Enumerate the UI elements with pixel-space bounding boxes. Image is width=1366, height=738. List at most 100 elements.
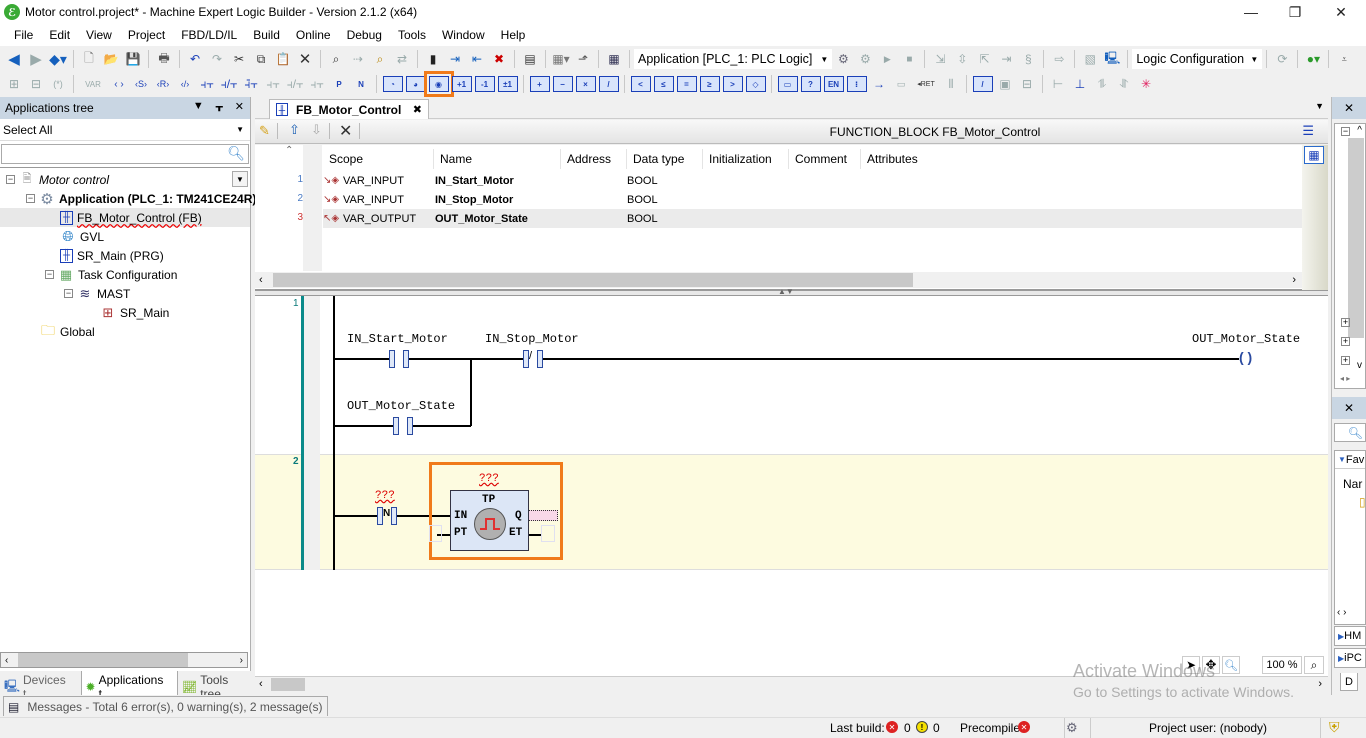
scroll-down-icon[interactable]: v: [1357, 360, 1362, 371]
tree-node-task-configuration[interactable]: − ▦ Task Configuration: [45, 265, 177, 284]
menu-edit[interactable]: Edit: [41, 28, 78, 42]
collapse-icon[interactable]: −: [64, 289, 73, 298]
column-header-initialization[interactable]: Initialization: [703, 149, 789, 169]
tree-node-application[interactable]: − ⚙ Application (PLC_1: TM241CE24R): [26, 189, 256, 208]
filter-dropdown[interactable]: Select All ▼: [0, 119, 250, 141]
warning-count[interactable]: 0: [933, 721, 940, 735]
messages-tab[interactable]: ▤ Messages - Total 6 error(s), 0 warning…: [3, 696, 328, 716]
close-panel-icon[interactable]: ✕: [1332, 397, 1366, 419]
insert-ge-icon[interactable]: ≥: [699, 76, 720, 92]
tree-node-project[interactable]: − 🗎 Motor control ▼: [6, 170, 248, 189]
collapse-icon[interactable]: −: [6, 175, 15, 184]
block-input-in[interactable]: IN: [454, 510, 467, 522]
tab-fb-motor-control[interactable]: ╫ FB_Motor_Control ✖: [269, 99, 429, 119]
splitter-arrows-icon[interactable]: ▲▼: [778, 287, 794, 296]
cell-data-type[interactable]: BOOL: [627, 213, 658, 225]
step-out-icon[interactable]: ⇱: [974, 49, 994, 69]
network-2[interactable]: [255, 454, 1328, 570]
undo-icon[interactable]: ↶: [185, 49, 205, 69]
insert-ton-timer-icon[interactable]: ◔: [382, 76, 403, 92]
insert-div-icon[interactable]: /: [598, 76, 619, 92]
navigate-icon[interactable]: ◆▾: [48, 49, 68, 69]
textual-view-icon[interactable]: ☰: [1302, 123, 1314, 139]
tree-node-global[interactable]: 🗀 Global: [40, 322, 95, 341]
cell-scope[interactable]: VAR_INPUT: [343, 194, 435, 206]
menu-file[interactable]: File: [6, 28, 41, 42]
scroll-left-icon[interactable]: ‹: [259, 678, 263, 690]
scroll-thumb[interactable]: [271, 678, 305, 691]
back-icon[interactable]: ◀: [4, 49, 24, 69]
configuration-selector[interactable]: Logic Configuration ▼: [1132, 49, 1263, 69]
find-icon[interactable]: ⌕: [326, 49, 346, 69]
pan-tool-icon[interactable]: ✥: [1202, 656, 1220, 674]
insert-box-param-icon[interactable]: ⁝: [846, 76, 867, 92]
zoom-tool-icon[interactable]: 🔍︎: [1222, 656, 1240, 674]
zoom-level[interactable]: 100 %: [1262, 656, 1302, 674]
close-tab-icon[interactable]: ✖: [413, 103, 422, 116]
prev-bookmark-icon[interactable]: ⇤: [467, 49, 487, 69]
scroll-horizontal-icon[interactable]: ◂ ▸: [1340, 374, 1350, 383]
bookmark-icon[interactable]: ▮: [423, 49, 443, 69]
cell-scope[interactable]: VAR_INPUT: [343, 175, 435, 187]
close-button[interactable]: ✕: [1318, 0, 1364, 24]
insert-reset-coil-icon[interactable]: ‹R›: [153, 74, 173, 94]
et-output-slot[interactable]: [541, 525, 555, 542]
menu-debug[interactable]: Debug: [339, 28, 390, 42]
column-header-attributes[interactable]: Attributes: [861, 149, 941, 169]
logout-icon[interactable]: ⚙: [855, 49, 875, 69]
find-in-project-icon[interactable]: ⌕: [370, 49, 390, 69]
tp-timer-block[interactable]: TP IN PT Q ET: [450, 490, 529, 551]
pin-icon[interactable]: ᚁ: [216, 100, 223, 113]
scroll-horizontal-icon[interactable]: ‹ ›: [1337, 607, 1346, 618]
search-icon[interactable]: 🔍︎: [227, 145, 245, 162]
expand-icon[interactable]: +: [1341, 356, 1350, 365]
comment-icon[interactable]: (*): [48, 74, 68, 94]
tabular-view-icon[interactable]: ▦: [1304, 146, 1324, 164]
toolbox-search-icon[interactable]: 🔍︎: [1334, 423, 1366, 442]
collapse-icon[interactable]: −: [45, 270, 54, 279]
insert-network-icon[interactable]: ⊞: [4, 74, 24, 94]
insert-box-icon[interactable]: ▭: [777, 76, 798, 92]
insert-eq-icon[interactable]: =: [676, 76, 697, 92]
delete-icon[interactable]: ✕: [295, 49, 315, 69]
cut-icon[interactable]: ✂: [229, 49, 249, 69]
insert-ctud-icon[interactable]: ±1: [497, 76, 518, 92]
menu-window[interactable]: Window: [434, 28, 493, 42]
menu-help[interactable]: Help: [493, 28, 534, 42]
parallel-branch-icon[interactable]: ⊢: [1048, 74, 1068, 94]
block-input-pt[interactable]: PT: [454, 527, 467, 539]
chevron-down-icon[interactable]: ▼: [232, 171, 248, 187]
collapse-up-icon[interactable]: ⌃: [285, 145, 293, 156]
tree-horizontal-scrollbar[interactable]: ‹ ›: [0, 652, 248, 668]
block-output-q[interactable]: Q: [515, 510, 522, 522]
tree-node-gvl[interactable]: 🌐︎ GVL: [60, 227, 104, 246]
insert-variable-icon[interactable]: VAR: [79, 74, 107, 94]
column-header-data-type[interactable]: Data type: [627, 149, 703, 169]
scroll-thumb[interactable]: [1348, 138, 1364, 338]
scroll-thumb[interactable]: [18, 653, 188, 667]
export-icon[interactable]: ⬏: [573, 49, 593, 69]
insert-negated-contact-right-icon[interactable]: ⫞/⫟: [285, 74, 305, 94]
menu-build[interactable]: Build: [245, 28, 288, 42]
insert-n-contact-icon[interactable]: N: [351, 74, 371, 94]
start-icon[interactable]: ▶: [877, 49, 897, 69]
insert-network-below-icon[interactable]: ⊟: [26, 74, 46, 94]
branch-start-icon[interactable]: ⊥: [1070, 74, 1090, 94]
menu-fbd-ld-il[interactable]: FBD/LD/IL: [173, 28, 245, 42]
expand-icon[interactable]: +: [1341, 337, 1350, 346]
tree-node-sr-main[interactable]: ╫ SR_Main (PRG): [60, 246, 164, 265]
contact-negative-edge[interactable]: N: [377, 507, 397, 525]
insert-contact-icon[interactable]: ⫞⫟: [197, 74, 217, 94]
insert-input-icon[interactable]: ⥮: [1092, 74, 1112, 94]
insert-empty-box-icon[interactable]: ?: [800, 76, 821, 92]
insert-set-coil-icon[interactable]: ‹S›: [131, 74, 151, 94]
set-reset-icon[interactable]: ⊟: [1017, 74, 1037, 94]
collapse-icon[interactable]: −: [26, 194, 35, 203]
table-row[interactable]: ↘◈ VAR_INPUT IN_Stop_Motor BOOL: [323, 190, 1302, 209]
scroll-thumb[interactable]: [273, 273, 913, 287]
column-header-comment[interactable]: Comment: [789, 149, 861, 169]
insert-ctd-icon[interactable]: -1: [474, 76, 495, 92]
insert-p-contact-icon[interactable]: P: [329, 74, 349, 94]
show-current-statement-icon[interactable]: ⇨: [1049, 49, 1069, 69]
contact-in-start-motor[interactable]: [389, 350, 409, 368]
